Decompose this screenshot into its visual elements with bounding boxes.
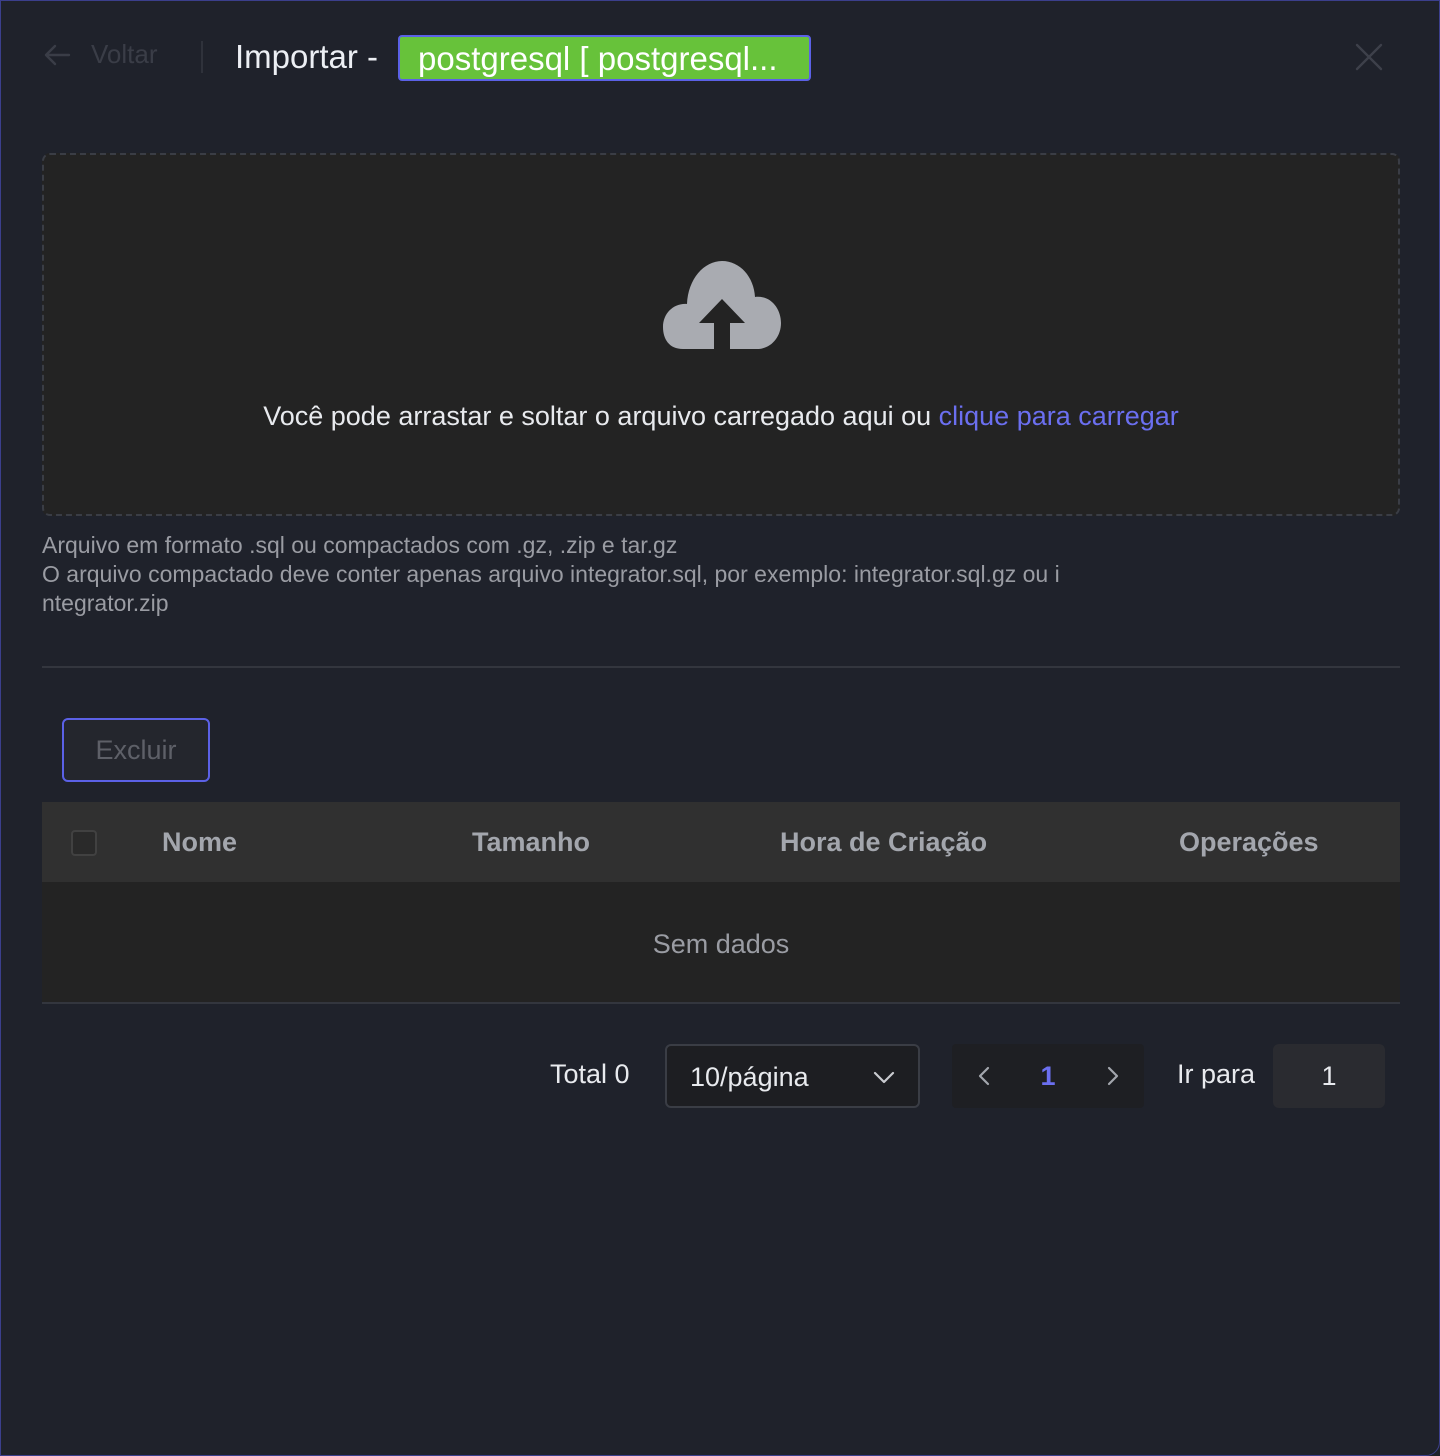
- delete-button[interactable]: Excluir: [62, 718, 210, 782]
- tip-line: O arquivo compactado deve conter apenas …: [42, 561, 1060, 587]
- upload-prompt: Você pode arrastar e soltar o arquivo ca…: [263, 401, 939, 431]
- pager: 1: [952, 1044, 1144, 1108]
- table-header: Nome Tamanho Hora de Criação Operações: [42, 802, 1400, 882]
- back-label: Voltar: [91, 39, 158, 69]
- arrow-left-icon: [43, 43, 71, 67]
- column-header-size[interactable]: Tamanho: [472, 802, 590, 882]
- page-size-select[interactable]: 10/página: [665, 1044, 920, 1108]
- upload-tips: Arquivo em formato .sql ou compactados c…: [42, 531, 1142, 618]
- upload-cloud-icon: [661, 257, 783, 351]
- import-drawer: Voltar Importar - postgresql [ postgresq…: [0, 0, 1440, 1456]
- page-size-value: 10/página: [690, 1062, 809, 1092]
- empty-state: Sem dados: [652, 929, 790, 959]
- column-header-operations: Operações: [1179, 827, 1319, 857]
- close-icon[interactable]: [1353, 41, 1385, 73]
- back-button[interactable]: Voltar: [43, 39, 158, 70]
- goto-label: Ir para: [1177, 1059, 1256, 1089]
- goto-page-input[interactable]: [1273, 1044, 1385, 1108]
- tip-line: Arquivo em formato .sql ou compactados c…: [42, 532, 678, 558]
- chevron-right-icon[interactable]: [1100, 1064, 1124, 1088]
- table-body: Sem dados: [42, 882, 1400, 1004]
- drawer-header: Voltar Importar - postgresql [ postgresq…: [1, 1, 1439, 113]
- upload-instructions: Você pode arrastar e soltar o arquivo ca…: [1, 401, 1440, 432]
- tip-line: ntegrator.zip: [42, 590, 169, 616]
- page-title: Importar -: [235, 38, 379, 75]
- page-number-current[interactable]: 1: [1024, 1044, 1072, 1108]
- pagination-total: Total 0: [550, 1059, 630, 1089]
- database-tag: postgresql [ postgresql...: [398, 35, 811, 81]
- column-header-created-at[interactable]: Hora de Criação: [780, 802, 987, 882]
- column-header-name[interactable]: Nome: [162, 802, 237, 882]
- section-divider: [42, 666, 1400, 668]
- header-divider: [201, 41, 203, 73]
- click-to-upload-link[interactable]: clique para carregar: [939, 401, 1179, 431]
- chevron-left-icon[interactable]: [973, 1064, 997, 1088]
- chevron-down-icon: [873, 1071, 895, 1084]
- select-all-checkbox[interactable]: [71, 830, 97, 856]
